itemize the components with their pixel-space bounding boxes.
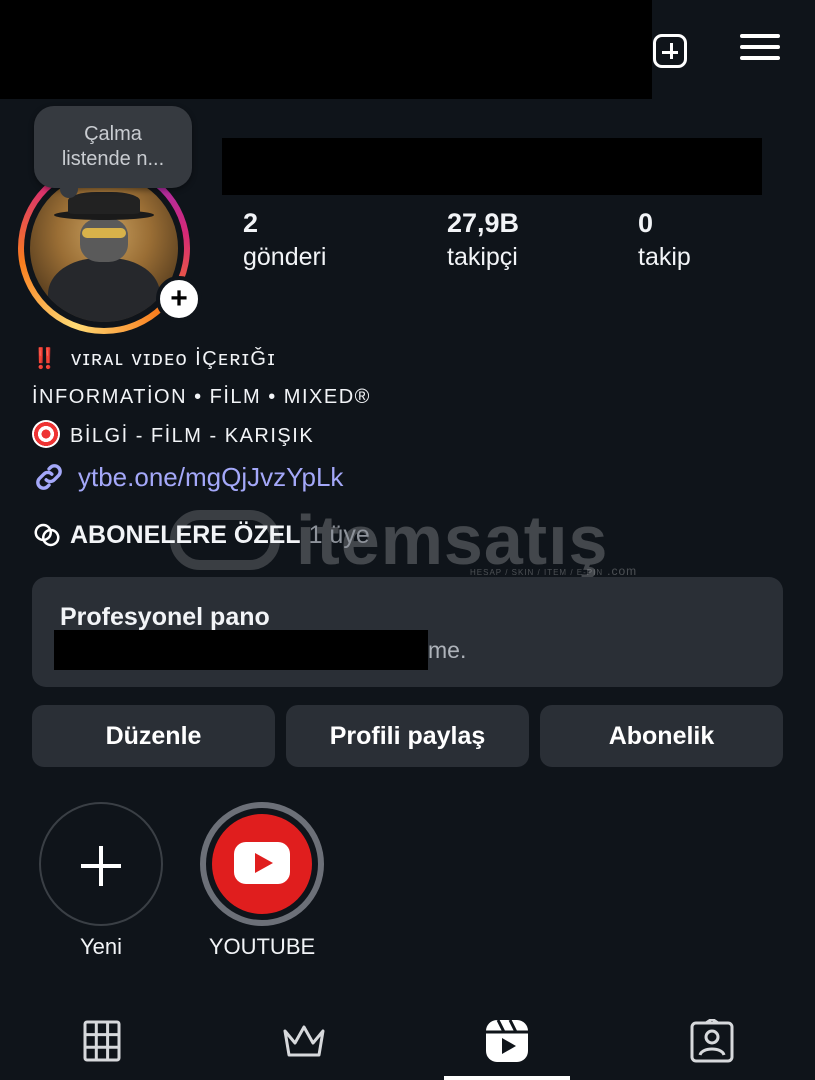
link-icon — [36, 464, 62, 490]
highlight-new-label: Yeni — [79, 934, 122, 959]
watermark-subtext: HESAP / SKIN / ITEM / E-PIN .com — [470, 564, 638, 578]
subscription-button[interactable]: Abonelik — [540, 705, 783, 767]
note-bubble[interactable]: Çalma listende n... — [34, 106, 192, 198]
note-text-line1: Çalma — [84, 123, 142, 145]
grid-icon — [83, 1020, 121, 1062]
hamburger-menu-icon — [740, 27, 780, 67]
chat-bubbles-icon — [34, 523, 60, 547]
share-profile-button[interactable]: Profili paylaş — [286, 705, 529, 767]
menu-button[interactable] — [738, 22, 782, 72]
bio-line-1-text: ᴠɪʀᴀʟ ᴠɪᴅᴇᴏ İÇᴇʀɪǦɪ — [71, 348, 277, 370]
following-label: takip — [638, 243, 691, 271]
posts-count: 2 — [243, 208, 259, 238]
tab-subscriptions[interactable] — [279, 1016, 329, 1066]
pro-dashboard-title: Profesyonel pano — [60, 603, 270, 631]
highlight-new[interactable]: Yeni — [36, 802, 166, 960]
redacted-dashboard-text — [54, 630, 428, 670]
highlight-youtube-label: YOUTUBE — [208, 934, 316, 959]
subscribers-title: ABONELERE ÖZEL — [70, 520, 301, 549]
create-button[interactable] — [650, 31, 690, 71]
tab-posts-grid[interactable] — [77, 1016, 127, 1066]
posts-label: gönderi — [243, 243, 327, 271]
note-text-line2: listende n... — [61, 148, 165, 170]
subscribers-count: 1 üye — [308, 520, 370, 549]
followers-count: 27,9B — [447, 208, 520, 238]
stat-followers[interactable]: 27,9B takipçi — [447, 206, 519, 274]
plus-icon — [39, 802, 163, 926]
bio-link[interactable]: ytbe.one/mgQjJvzYpLk — [32, 460, 343, 494]
active-tab-indicator — [444, 1076, 570, 1080]
bio-line-3: BİLGİ - FİLM - KARIŞIK — [32, 420, 314, 448]
pro-dashboard-subtitle: me. — [428, 637, 467, 663]
subscribers-channel[interactable]: ABONELERE ÖZEL 1 üye — [32, 520, 370, 550]
bio-line-3-text: BİLGİ - FİLM - KARIŞIK — [70, 425, 315, 447]
double-exclamation-icon: ‼️ — [32, 348, 59, 370]
tagged-icon — [690, 1019, 734, 1063]
plus-square-icon — [653, 34, 687, 68]
stat-following[interactable]: 0 takip — [638, 206, 691, 274]
add-story-button[interactable]: + — [156, 276, 202, 322]
professional-dashboard[interactable]: Profesyonel pano me. — [32, 577, 783, 687]
followers-label: takipçi — [447, 243, 518, 271]
youtube-icon — [234, 842, 290, 884]
bio-link-text: ytbe.one/mgQjJvzYpLk — [78, 461, 344, 492]
following-count: 0 — [638, 208, 654, 238]
redacted-username — [0, 0, 652, 99]
edit-profile-button[interactable]: Düzenle — [32, 705, 275, 767]
tab-reels[interactable] — [482, 1016, 532, 1066]
bio-line-2: İNFORMATİON • FİLM • MIXED® — [32, 386, 371, 408]
highlight-youtube[interactable]: YOUTUBE — [197, 802, 327, 960]
tab-tagged[interactable] — [687, 1016, 737, 1066]
crown-icon — [283, 1025, 325, 1057]
bio-line-1: ‼️ ᴠɪʀᴀʟ ᴠɪᴅᴇᴏ İÇᴇʀɪǦɪ — [32, 346, 276, 371]
dart-target-icon — [32, 420, 60, 448]
reels-icon — [486, 1019, 528, 1062]
stat-posts[interactable]: 2 gönderi — [243, 206, 326, 274]
redacted-display-name — [222, 138, 762, 195]
